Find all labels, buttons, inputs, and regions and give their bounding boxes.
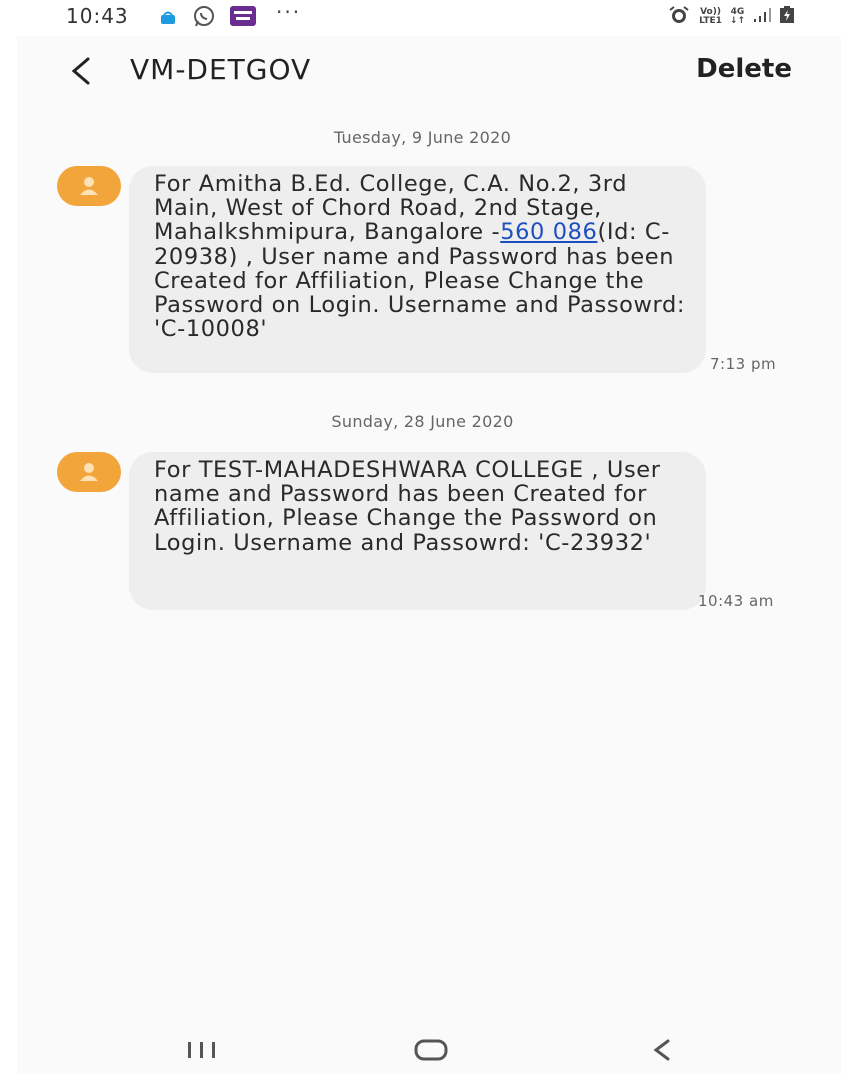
status-time: 10:43 bbox=[66, 4, 129, 28]
notification-app-icon bbox=[160, 10, 176, 29]
message-bubble[interactable]: For Amitha B.Ed. College, C.A. No.2, 3rd… bbox=[129, 166, 706, 373]
4g-icon: 4G ↓↑ bbox=[729, 7, 745, 26]
nav-back-icon[interactable] bbox=[632, 1030, 692, 1070]
home-icon[interactable] bbox=[401, 1030, 461, 1070]
status-bar: 10:43 ··· Vo)) LTE1 4G ↓↑ bbox=[0, 0, 845, 36]
message-time: 10:43 am bbox=[698, 592, 774, 610]
message-time: 7:13 pm bbox=[710, 355, 777, 373]
status-right-icons: Vo)) LTE1 4G ↓↑ bbox=[667, 6, 795, 28]
sender-avatar bbox=[57, 166, 121, 206]
back-arrow-icon[interactable] bbox=[64, 51, 104, 91]
person-icon bbox=[79, 175, 99, 201]
signal-icon bbox=[753, 7, 771, 27]
more-notifications-icon: ··· bbox=[276, 0, 302, 24]
sender-avatar bbox=[57, 452, 121, 492]
delete-button[interactable]: Delete bbox=[696, 54, 792, 84]
person-icon bbox=[79, 461, 99, 487]
alarm-icon bbox=[667, 5, 691, 29]
date-separator: Tuesday, 9 June 2020 bbox=[333, 128, 512, 147]
conversation-header: VM-DETGOV Delete bbox=[0, 36, 845, 106]
contact-title: VM-DETGOV bbox=[130, 53, 312, 86]
yono-app-icon bbox=[230, 6, 256, 30]
system-navigation-bar bbox=[0, 1020, 845, 1074]
date-separator: Sunday, 28 June 2020 bbox=[331, 412, 514, 431]
battery-icon bbox=[779, 6, 795, 28]
message-bubble[interactable]: For TEST-MAHADESHWARA COLLEGE , User nam… bbox=[129, 452, 706, 610]
message-text: For TEST-MAHADESHWARA COLLEGE , User nam… bbox=[154, 457, 661, 556]
volte-icon: Vo)) LTE1 bbox=[699, 7, 722, 26]
whatsapp-icon bbox=[192, 5, 216, 33]
phone-number-link[interactable]: 560 086 bbox=[500, 219, 597, 245]
recents-icon[interactable] bbox=[172, 1030, 232, 1070]
